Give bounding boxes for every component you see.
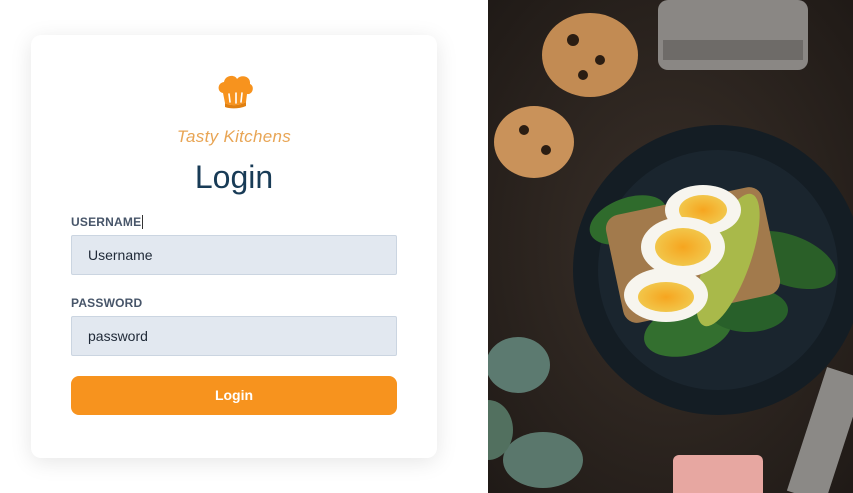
food-photo [488,0,853,493]
username-input[interactable]: Username [71,235,397,275]
hero-image [488,0,853,493]
brand-name: Tasty Kitchens [176,127,292,146]
login-card: Tasty Kitchens Login USERNAME Username P… [31,35,437,458]
login-button[interactable]: Login [71,376,397,415]
text-cursor [142,215,144,229]
username-label-text: USERNAME [71,215,142,229]
password-label: PASSWORD [71,296,143,310]
page-title: Login [194,159,274,195]
password-input[interactable]: password [71,316,397,356]
username-label: USERNAME [71,215,144,229]
chef-hat-icon [218,75,253,109]
login-panel: Tasty Kitchens Login USERNAME Username P… [0,0,488,493]
